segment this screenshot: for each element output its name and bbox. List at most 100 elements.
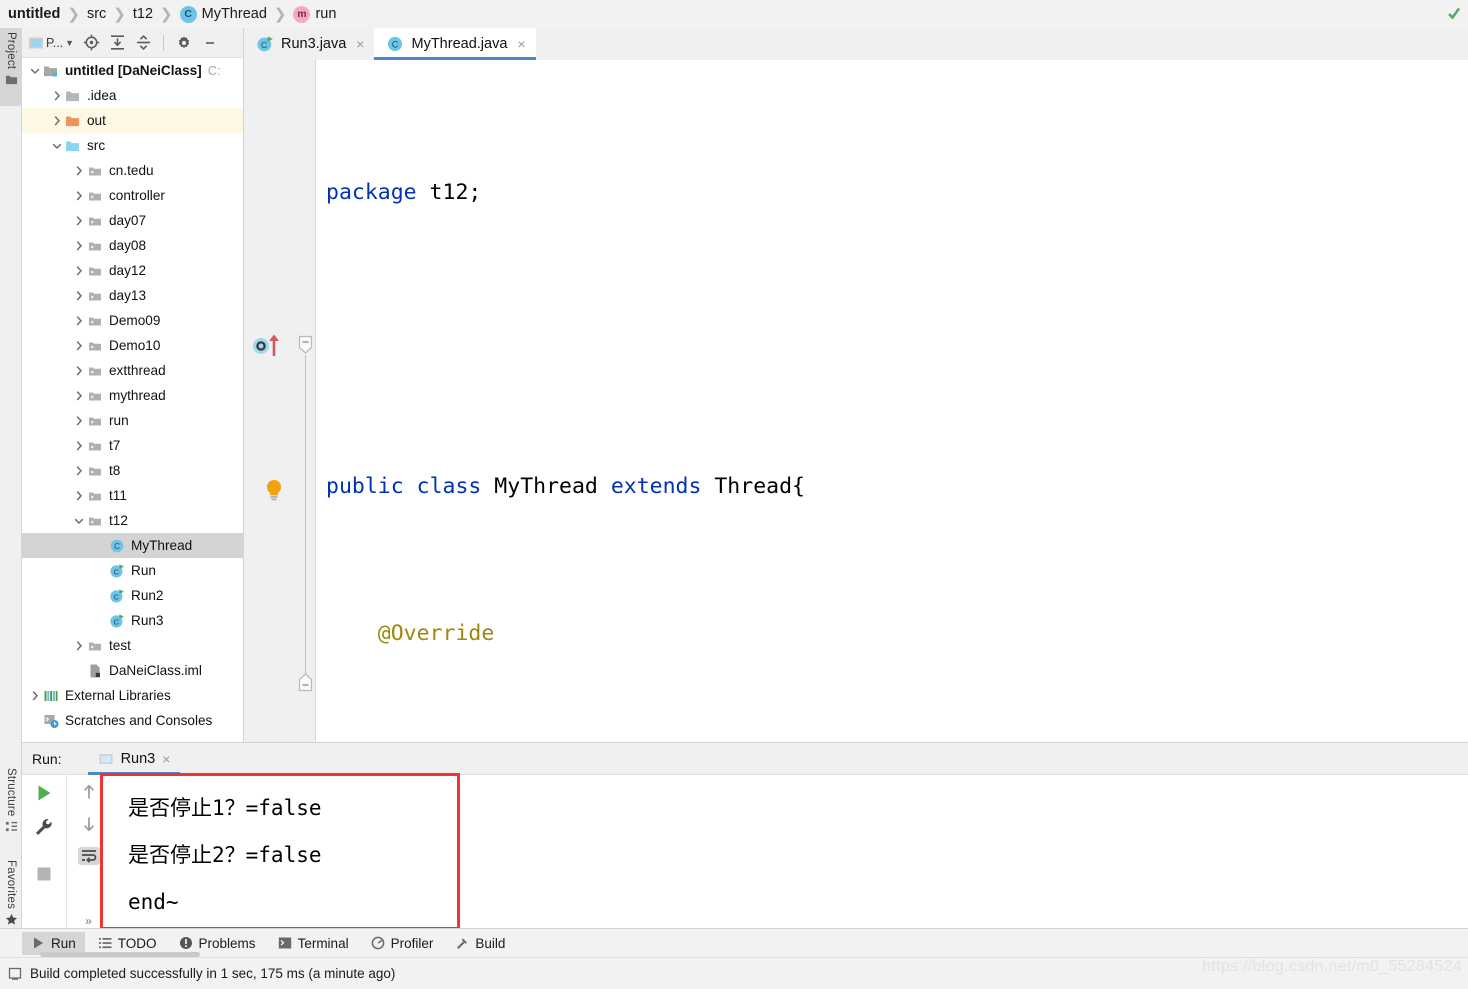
chevron-right-icon[interactable]: [72, 639, 86, 653]
next-occurrence-button[interactable]: [78, 815, 100, 833]
tree-item-t11[interactable]: t11: [22, 483, 243, 508]
locate-file-button[interactable]: [83, 34, 100, 51]
keyword-extends: extends: [610, 474, 702, 499]
tree-item-t12[interactable]: t12: [22, 508, 243, 533]
bottom-tab-label: Build: [475, 935, 506, 951]
chevron-right-icon[interactable]: [72, 239, 86, 253]
tree-item-label: cn.tedu: [109, 163, 154, 178]
tree-item-day12[interactable]: day12: [22, 258, 243, 283]
code-line-4: @Override: [316, 609, 1468, 658]
inspection-ok-icon[interactable]: [1447, 6, 1461, 20]
breadcrumb-package[interactable]: t12: [133, 6, 153, 22]
chevron-right-icon[interactable]: [72, 414, 86, 428]
tree-item-demo10[interactable]: Demo10: [22, 333, 243, 358]
project-settings-button[interactable]: [175, 34, 192, 51]
code-content[interactable]: package t12; public class MyThread exten…: [316, 60, 1468, 742]
chevron-right-icon[interactable]: [72, 489, 86, 503]
tree-item-day08[interactable]: day08: [22, 233, 243, 258]
run-tab-run3[interactable]: Run3 ×: [87, 743, 181, 775]
edit-configuration-button[interactable]: [33, 817, 55, 837]
tree-item-label: Run: [131, 563, 156, 578]
intention-bulb-icon[interactable]: [264, 478, 284, 502]
class-icon: C: [179, 5, 197, 23]
fold-region-start-icon[interactable]: [298, 335, 313, 355]
breadcrumb-method[interactable]: m run: [293, 5, 336, 23]
chevron-right-icon[interactable]: [50, 89, 64, 103]
breadcrumb-class[interactable]: C MyThread: [179, 5, 267, 23]
tree-item-run[interactable]: run: [22, 408, 243, 433]
tree-item-t8[interactable]: t8: [22, 458, 243, 483]
console-line: 是否停止1？=false: [128, 796, 322, 820]
chevron-down-icon[interactable]: [72, 514, 86, 528]
chevron-right-icon[interactable]: [72, 364, 86, 378]
override-method-icon[interactable]: [252, 332, 282, 358]
bottom-tab-terminal[interactable]: Terminal: [269, 932, 358, 955]
soft-wrap-button[interactable]: [77, 847, 100, 865]
close-icon[interactable]: ×: [356, 36, 364, 52]
chevron-right-icon[interactable]: [50, 114, 64, 128]
tree-item-daneiclass-iml[interactable]: DaNeiClass.iml: [22, 658, 243, 683]
rerun-button[interactable]: [33, 783, 55, 803]
tree-item-controller[interactable]: controller: [22, 183, 243, 208]
tree-item-untitled-daneiclass[interactable]: untitled [DaNeiClass] C:: [22, 58, 243, 83]
console-output[interactable]: 是否停止1？=false 是否停止2？=false end~: [110, 775, 1468, 928]
hide-panel-button[interactable]: [201, 34, 218, 51]
tree-item-mythread[interactable]: mythread: [22, 383, 243, 408]
breadcrumb-src[interactable]: src: [87, 6, 106, 22]
tree-item-t7[interactable]: t7: [22, 433, 243, 458]
tree-item-scratches-and-consoles[interactable]: Scratches and Consoles: [22, 708, 243, 733]
tree-item-external-libraries[interactable]: External Libraries: [22, 683, 243, 708]
chevron-down-icon[interactable]: [28, 64, 42, 78]
chevron-right-icon[interactable]: [72, 464, 86, 478]
tree-item-mythread[interactable]: C MyThread: [22, 533, 243, 558]
previous-occurrence-button[interactable]: [78, 783, 100, 801]
chevron-right-icon[interactable]: [72, 314, 86, 328]
project-tree[interactable]: untitled [DaNeiClass] C: .idea out src cn.ted…: [22, 58, 243, 742]
editor-tab-mythread-java[interactable]: C MyThread.java ×: [374, 28, 536, 60]
more-right-button[interactable]: »: [78, 913, 100, 928]
console-scrollbar-thumb[interactable]: [40, 952, 200, 957]
chevron-right-icon[interactable]: [72, 189, 86, 203]
code-editor[interactable]: package t12; public class MyThread exten…: [244, 60, 1468, 742]
chevron-down-icon[interactable]: [50, 139, 64, 153]
tree-item-idea[interactable]: .idea: [22, 83, 243, 108]
package-icon: [89, 242, 101, 250]
tree-item-cn-tedu[interactable]: cn.tedu: [22, 158, 243, 183]
chevron-right-icon[interactable]: [72, 439, 86, 453]
code-line-1: package t12;: [316, 168, 1468, 217]
tree-item-out[interactable]: out: [22, 108, 243, 133]
chevron-right-icon[interactable]: [28, 689, 42, 703]
chevron-right-icon[interactable]: [72, 289, 86, 303]
tree-item-day07[interactable]: day07: [22, 208, 243, 233]
expand-all-button[interactable]: [109, 34, 126, 51]
chevron-right-icon[interactable]: [72, 389, 86, 403]
bottom-tab-build[interactable]: Build: [446, 932, 514, 955]
watermark-text: https://blog.csdn.net/m0_55284524: [1202, 958, 1462, 975]
tree-item-src[interactable]: src: [22, 133, 243, 158]
project-view-selector[interactable]: P... ▼: [28, 35, 74, 51]
structure-icon: [5, 822, 17, 832]
chevron-right-icon[interactable]: [72, 214, 86, 228]
editor-tab-run3-java[interactable]: C Run3.java ×: [244, 28, 374, 60]
sidebar-tab-structure[interactable]: Structure: [0, 764, 22, 848]
tree-item-run2[interactable]: C Run2: [22, 583, 243, 608]
tree-item-extthread[interactable]: extthread: [22, 358, 243, 383]
stop-button[interactable]: [33, 865, 55, 883]
bottom-tab-profiler[interactable]: Profiler: [362, 932, 443, 955]
collapse-all-button[interactable]: [135, 34, 152, 51]
tree-item-run3[interactable]: C Run3: [22, 608, 243, 633]
fold-region-end-icon[interactable]: [298, 672, 313, 692]
tree-item-test[interactable]: test: [22, 633, 243, 658]
tree-item-day13[interactable]: day13: [22, 283, 243, 308]
close-icon[interactable]: ×: [517, 36, 525, 52]
tree-item-demo09[interactable]: Demo09: [22, 308, 243, 333]
breadcrumb-project[interactable]: untitled: [8, 6, 60, 22]
chevron-right-icon[interactable]: [72, 339, 86, 353]
chevron-right-icon[interactable]: [72, 164, 86, 178]
sidebar-tab-project[interactable]: Project: [0, 28, 22, 106]
editor-fold-strip[interactable]: [294, 60, 316, 742]
close-icon[interactable]: ×: [162, 751, 170, 767]
chevron-right-icon[interactable]: [72, 264, 86, 278]
tree-item-run[interactable]: C Run: [22, 558, 243, 583]
editor-gutter[interactable]: [244, 60, 294, 742]
